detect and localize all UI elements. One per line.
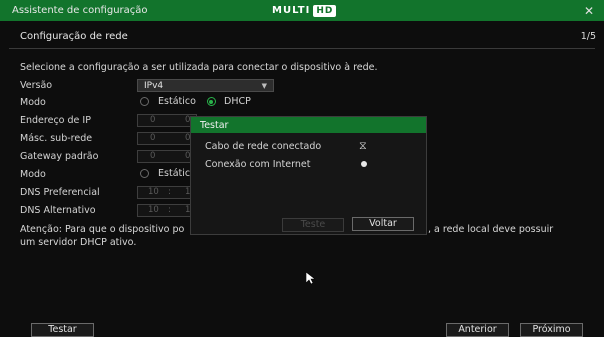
dns2-label: DNS Alternativo (20, 205, 96, 216)
modo-radio-group: Estático DHCP (140, 96, 251, 107)
dhcp-note: Atenção: Para que o dispositivo po , a r… (20, 223, 553, 249)
gateway-octet-1: 0 (150, 151, 156, 161)
ip-octet-1: 0 (150, 115, 156, 125)
versao-select[interactable]: IPv4 ▼ (137, 79, 274, 92)
radio-dhcp[interactable] (206, 97, 216, 106)
radio-dns-static-label: Estátic (158, 168, 191, 179)
mask-octet-1: 0 (150, 133, 156, 143)
intro-text: Selecione a configuração a ser utilizada… (20, 62, 378, 73)
dns2-field[interactable]: 10 : 1 (137, 204, 197, 217)
dns1-octet-1: 10 (148, 187, 159, 197)
mask-field[interactable]: 0 0 (137, 132, 197, 145)
dns1-label: DNS Preferencial (20, 187, 100, 198)
chevron-down-icon: ▼ (261, 82, 267, 90)
dns1-sep: : (168, 187, 171, 197)
dns-mode-radio-group: Estátic (140, 168, 190, 179)
page-indicator: 1/5 (580, 31, 596, 42)
next-button[interactable]: Próximo (520, 323, 583, 337)
radio-dhcp-label: DHCP (224, 96, 251, 107)
logo-hd-badge: HD (313, 5, 337, 17)
page-title: Configuração de rede (20, 31, 128, 42)
close-icon[interactable]: ✕ (584, 4, 594, 18)
radio-dns-static[interactable] (140, 169, 149, 178)
gateway-field[interactable]: 0 0 (137, 150, 197, 163)
dns2-octet-1: 10 (148, 205, 159, 215)
gateway-label: Gateway padrão (20, 151, 99, 162)
cable-status-label: Cabo de rede conectado (205, 141, 322, 152)
dialog-header: Testar (191, 117, 426, 133)
modo2-label: Modo (20, 169, 46, 180)
dns1-field[interactable]: 10 : 1 (137, 186, 197, 199)
internet-status-label: Conexão com Internet (205, 159, 311, 170)
brand-logo: MULTI HD (272, 5, 337, 17)
test-button[interactable]: Teste (282, 218, 344, 232)
note-line1-start: Atenção: Para que o dispositivo po (20, 224, 185, 235)
radio-static-label: Estático (158, 96, 196, 107)
previous-button[interactable]: Anterior (446, 323, 509, 337)
logo-text: MULTI (272, 5, 311, 16)
dot-icon (361, 161, 367, 167)
back-button[interactable]: Voltar (352, 217, 414, 231)
divider (9, 48, 595, 49)
footer-test-button[interactable]: Testar (31, 323, 94, 337)
modo-label: Modo (20, 97, 46, 108)
title-bar: Assistente de configuração MULTI HD ✕ (0, 0, 604, 21)
dialog-title: Testar (200, 120, 229, 131)
versao-value: IPv4 (144, 81, 164, 91)
note-line1-end: , a rede local deve possuir (428, 224, 554, 235)
test-dialog: Testar Cabo de rede conectado ⧖ Conexão … (190, 116, 427, 235)
mouse-cursor-icon (305, 271, 316, 288)
versao-label: Versão (20, 80, 53, 91)
mask-label: Másc. sub-rede (20, 133, 93, 144)
ip-label: Endereço de IP (20, 115, 91, 126)
radio-static[interactable] (140, 97, 149, 106)
note-line2: um servidor DHCP ativo. (20, 237, 137, 248)
ip-field[interactable]: 0 0 (137, 114, 197, 127)
hourglass-icon: ⧖ (359, 139, 367, 152)
window-title: Assistente de configuração (12, 5, 148, 16)
dns2-sep: : (168, 205, 171, 215)
